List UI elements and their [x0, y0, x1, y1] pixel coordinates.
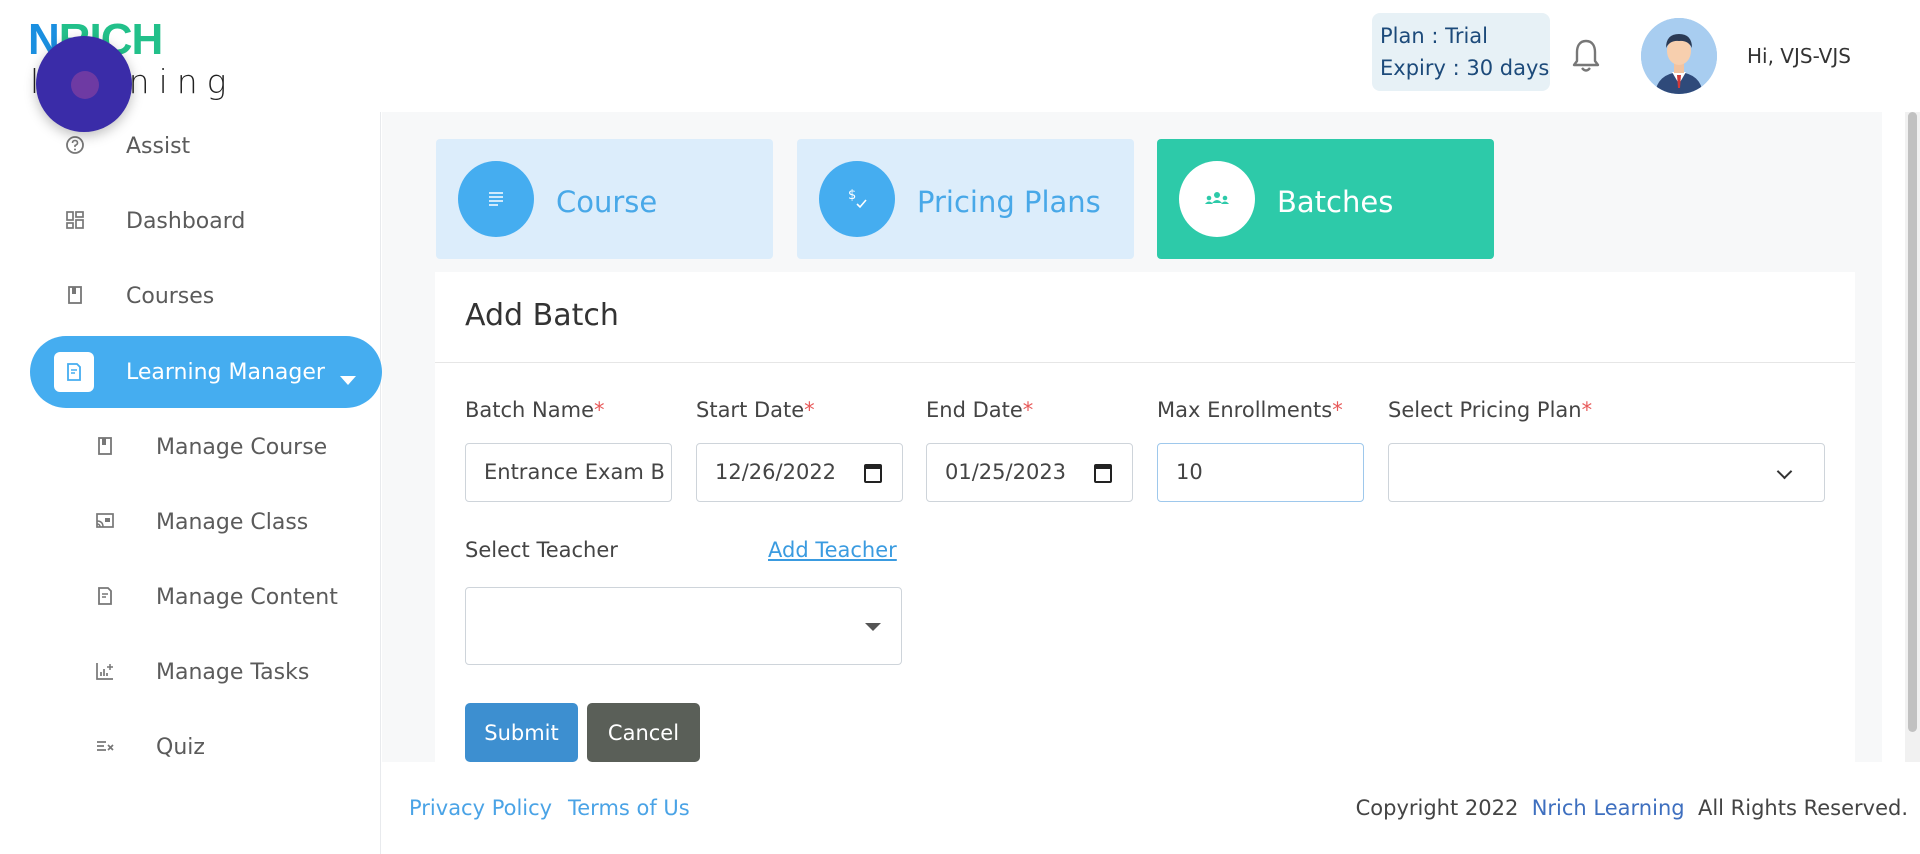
book-icon [98, 437, 112, 455]
pricing-plan-label: Select Pricing Plan* [1388, 398, 1593, 422]
max-enrollments-label: Max Enrollments* [1157, 398, 1343, 422]
sidebar: Assist Dashboard Courses Learning Manage… [0, 112, 382, 854]
sidebar-item-label: Manage Course [156, 435, 328, 460]
notification-bell-icon[interactable] [1570, 36, 1602, 76]
copyright-text: Copyright 2022 Nrich Learning All Rights… [1355, 796, 1908, 820]
add-teacher-link[interactable]: Add Teacher [768, 538, 897, 562]
select-teacher-dropdown[interactable] [465, 587, 902, 665]
plan-info-badge: Plan : Trial Expiry : 30 days [1372, 13, 1550, 91]
tab-label: Pricing Plans [917, 185, 1101, 219]
sidebar-item-label: Assist [126, 134, 191, 159]
chart-add-icon [96, 663, 113, 680]
sidebar-item-manage-tasks[interactable]: Manage Tasks [30, 636, 382, 708]
document-icon [98, 587, 112, 605]
sidebar-item-label: Manage Tasks [156, 660, 310, 685]
list-lines-icon [489, 192, 503, 206]
assist-bubble-dot [71, 71, 99, 99]
sidebar-item-label: Courses [126, 284, 215, 309]
cancel-button[interactable]: Cancel [587, 703, 700, 762]
chevron-down-icon [1776, 463, 1793, 480]
sidebar-item-manage-course[interactable]: Manage Course [30, 411, 382, 483]
tab-course[interactable]: Course [436, 139, 773, 259]
scrollbar-thumb[interactable] [1908, 112, 1917, 732]
sidebar-item-learning-manager[interactable]: Learning Manager [30, 336, 382, 408]
end-date-label: End Date* [926, 398, 1034, 422]
list-check-icon [97, 741, 114, 751]
sidebar-item-quiz[interactable]: Quiz [30, 711, 382, 783]
document-icon [67, 363, 81, 381]
tab-label: Batches [1277, 185, 1394, 219]
terms-link[interactable]: Terms of Us [568, 796, 690, 820]
sidebar-item-label: Manage Content [156, 585, 338, 610]
cast-screen-icon [96, 513, 114, 528]
form-title: Add Batch [465, 298, 619, 333]
chevron-down-icon [340, 376, 356, 385]
sidebar-item-courses[interactable]: Courses [30, 260, 382, 332]
max-enrollments-input[interactable]: 10 [1157, 443, 1364, 502]
user-greeting[interactable]: Hi, VJS-VJS [1747, 44, 1851, 68]
active-icon-box [54, 352, 94, 392]
expiry-text: Expiry : 30 days [1380, 56, 1550, 80]
sidebar-item-label: Dashboard [126, 209, 246, 234]
book-icon [68, 286, 82, 304]
pricing-plan-select[interactable] [1388, 443, 1825, 502]
sidebar-item-label: Manage Class [156, 510, 309, 535]
sidebar-item-dashboard[interactable]: Dashboard [30, 185, 382, 257]
end-date-input[interactable]: 01/25/2023 [926, 443, 1133, 502]
add-batch-form: Add Batch Batch Name* Start Date* End Da… [435, 272, 1855, 762]
start-date-input[interactable]: 12/26/2022 [696, 443, 903, 502]
user-avatar[interactable] [1641, 18, 1717, 94]
help-circle-icon [66, 136, 84, 154]
course-tab-icon-circle [458, 161, 534, 237]
tab-label: Course [556, 185, 658, 219]
assist-floating-button[interactable] [36, 36, 132, 132]
calendar-icon[interactable] [1094, 464, 1112, 483]
submit-button[interactable]: Submit [465, 703, 578, 762]
start-date-label: Start Date* [696, 398, 815, 422]
sidebar-item-manage-class[interactable]: Manage Class [30, 486, 382, 558]
tab-pricing-plans[interactable]: $ Pricing Plans [797, 139, 1134, 259]
sidebar-item-label: Quiz [156, 735, 205, 760]
tab-batches[interactable]: Batches [1157, 139, 1494, 259]
group-people-icon [1205, 192, 1229, 204]
calendar-icon[interactable] [864, 464, 882, 483]
plan-text: Plan : Trial [1380, 24, 1489, 48]
caret-down-icon [865, 623, 881, 631]
dashboard-grid-icon [66, 211, 84, 229]
select-teacher-label: Select Teacher [465, 538, 618, 562]
sidebar-item-label: Learning Manager [126, 360, 325, 385]
batches-tab-icon-circle [1179, 161, 1255, 237]
batch-name-label: Batch Name* [465, 398, 605, 422]
brand-link[interactable]: Nrich Learning [1532, 796, 1685, 820]
top-header: NRICH learning Plan : Trial Expiry : 30 … [0, 0, 1920, 112]
pricing-tab-icon-circle: $ [819, 161, 895, 237]
svg-text:$: $ [848, 188, 856, 203]
privacy-policy-link[interactable]: Privacy Policy [409, 796, 552, 820]
start-date-value: 12/26/2022 [715, 460, 837, 484]
batch-name-input[interactable]: Entrance Exam B [465, 443, 672, 502]
dollar-check-icon: $ [848, 188, 867, 209]
end-date-value: 01/25/2023 [945, 460, 1067, 484]
sidebar-item-manage-content[interactable]: Manage Content [30, 561, 382, 633]
page-footer: Privacy Policy Terms of Us Copyright 202… [382, 762, 1908, 854]
page-scrollbar[interactable] [1905, 112, 1920, 762]
form-divider [435, 362, 1855, 363]
